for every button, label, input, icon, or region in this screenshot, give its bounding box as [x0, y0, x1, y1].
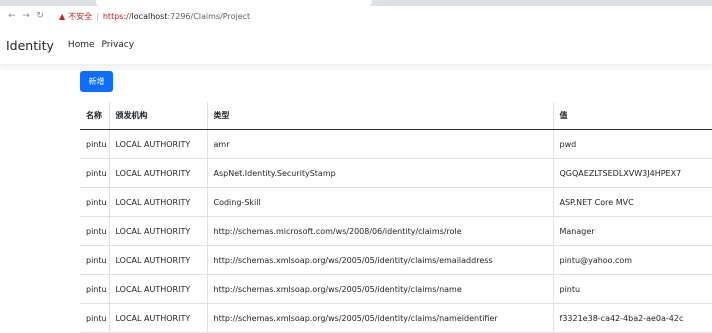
forward-arrow-icon[interactable]: → — [19, 11, 33, 21]
cell-name: pintu — [80, 158, 109, 188]
cell-value: QGQAEZLTSEDLXVW3J4HPEX7 — [552, 158, 712, 188]
cell-name: pintu — [80, 274, 109, 304]
cell-issuer: LOCAL AUTHORITY — [108, 274, 207, 304]
nav-link-privacy[interactable]: Privacy — [102, 40, 135, 50]
browser-address-bar: ← → ↻ ▲ 不安全 | https://localhost:7296/Cla… — [0, 6, 712, 26]
cell-value: f3321e38-ca42-4ba2-ae0a-42c — [552, 303, 712, 333]
not-secure-label[interactable]: 不安全 — [68, 11, 92, 22]
cell-value: ASP.NET Core MVC — [552, 187, 712, 217]
nav-link-home[interactable]: Home — [68, 40, 95, 50]
cell-issuer: LOCAL AUTHORITY — [108, 216, 207, 246]
cell-value: pwd — [552, 129, 712, 159]
reload-icon[interactable]: ↻ — [33, 11, 47, 21]
table-row: pintu LOCAL AUTHORITY http://schemas.xml… — [80, 274, 712, 304]
cell-issuer: LOCAL AUTHORITY — [108, 187, 207, 217]
cell-type: Coding-Skill — [206, 187, 553, 217]
cell-type: AspNet.Identity.SecurityStamp — [206, 158, 553, 188]
cell-type: http://schemas.xmlsoap.org/ws/2005/05/id… — [206, 303, 553, 333]
column-header-name: 名称 — [80, 102, 109, 130]
table-row: pintu LOCAL AUTHORITY http://schemas.xml… — [80, 303, 712, 333]
claims-table: 名称 颁发机构 类型 值 pintu LOCAL AUTHORITY amr p… — [80, 102, 712, 333]
table-row: pintu LOCAL AUTHORITY http://schemas.mic… — [80, 216, 712, 246]
back-arrow-icon[interactable]: ← — [5, 11, 19, 21]
url-host: localhost — [131, 11, 168, 21]
cell-value: Manager — [552, 216, 712, 246]
cell-issuer: LOCAL AUTHORITY — [108, 245, 207, 275]
cell-issuer: LOCAL AUTHORITY — [108, 129, 207, 159]
url-field[interactable]: https://localhost:7296/Claims/Project — [103, 12, 250, 21]
warning-icon[interactable]: ▲ — [59, 12, 65, 21]
address-separator: | — [96, 11, 99, 21]
url-scheme: https:// — [102, 11, 132, 21]
cell-name: pintu — [80, 187, 109, 217]
cell-type: http://schemas.xmlsoap.org/ws/2005/05/id… — [206, 274, 553, 304]
cell-name: pintu — [80, 216, 109, 246]
cell-value: pintu@yahoo.com — [552, 245, 712, 275]
table-header-row: 名称 颁发机构 类型 值 — [80, 102, 712, 130]
url-path: :7296/Claims/Project — [167, 11, 251, 21]
table-row: pintu LOCAL AUTHORITY Coding-Skill ASP.N… — [80, 187, 712, 217]
cell-name: pintu — [80, 245, 109, 275]
brand-link[interactable]: Identity — [6, 38, 54, 53]
cell-type: http://schemas.xmlsoap.org/ws/2005/05/id… — [206, 245, 553, 275]
cell-value: pintu — [552, 274, 712, 304]
app-navbar: Identity Home Privacy — [0, 26, 712, 65]
table-row: pintu LOCAL AUTHORITY AspNet.Identity.Se… — [80, 158, 712, 188]
add-claim-button[interactable]: 新增 — [80, 71, 113, 92]
table-row: pintu LOCAL AUTHORITY http://schemas.xml… — [80, 245, 712, 275]
cell-name: pintu — [80, 303, 109, 333]
cell-type: http://schemas.microsoft.com/ws/2008/06/… — [206, 216, 553, 246]
cell-type: amr — [206, 129, 553, 159]
cell-issuer: LOCAL AUTHORITY — [108, 303, 207, 333]
cell-issuer: LOCAL AUTHORITY — [108, 158, 207, 188]
table-row: pintu LOCAL AUTHORITY amr pwd — [80, 129, 712, 159]
column-header-type: 类型 — [206, 102, 553, 130]
cell-name: pintu — [80, 129, 109, 159]
column-header-value: 值 — [552, 102, 712, 130]
column-header-issuer: 颁发机构 — [108, 102, 207, 130]
